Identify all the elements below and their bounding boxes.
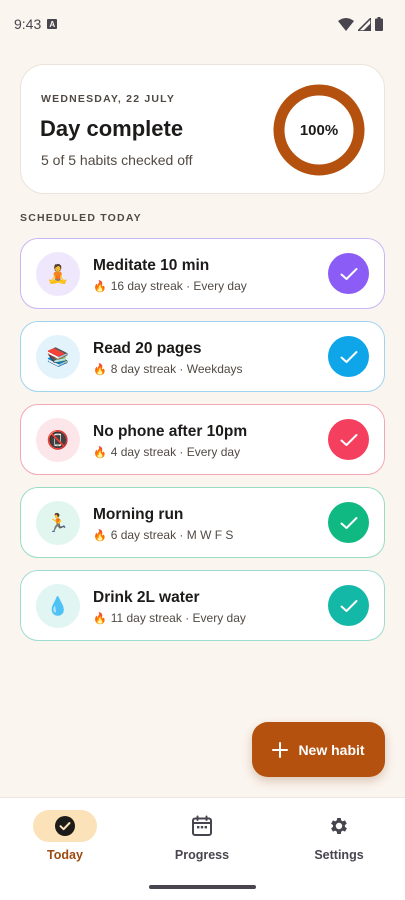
habit-name: Read 20 pages (93, 340, 202, 357)
new-habit-button[interactable]: New habit (252, 722, 385, 777)
wifi-icon (338, 17, 354, 31)
flame-icon: 🔥 (93, 280, 107, 293)
flame-icon: 🔥 (93, 612, 107, 625)
nav-label-settings: Settings (314, 848, 364, 862)
checkmark-icon (340, 433, 357, 446)
checkmark-icon (340, 350, 357, 363)
habit-streak: 🔥 11 day streak · Every day (93, 611, 246, 625)
new-habit-label: New habit (298, 741, 365, 758)
habit-list: 🧘 Meditate 10 min 🔥 16 day streak · Ever… (20, 238, 385, 653)
habit-card[interactable]: 💧 Drink 2L water 🔥 11 day streak · Every… (20, 570, 385, 641)
habit-emoji-icon: 📚 (36, 335, 80, 379)
habit-check-button[interactable] (328, 585, 369, 626)
habit-check-button[interactable] (328, 502, 369, 543)
gear-icon (331, 818, 347, 834)
habit-streak-text: 8 day streak · Weekdays (110, 362, 243, 376)
signal-icon (358, 17, 371, 31)
summary-subtitle: 5 of 5 habits checked off (41, 152, 193, 168)
nav-item-progress[interactable]: Progress (147, 810, 257, 862)
habit-streak: 🔥 8 day streak · Weekdays (93, 362, 243, 376)
habit-app-screen: 9:43 A WEDNESDAY, 22 JULY Day complete 5… (0, 0, 405, 900)
habit-check-button[interactable] (328, 419, 369, 460)
nav-label-today: Today (47, 848, 83, 862)
progress-ring: 100% (273, 84, 365, 176)
calendar-icon (192, 815, 212, 836)
habit-card[interactable]: 🏃 Morning run 🔥 6 day streak · M W F S (20, 487, 385, 558)
habit-name: Drink 2L water (93, 589, 200, 606)
habit-streak-text: 16 day streak · Every day (110, 279, 247, 293)
habit-emoji-icon: 💧 (36, 584, 80, 628)
checkmark-icon (340, 516, 357, 529)
plus-icon (272, 741, 289, 758)
habit-streak-text: 6 day streak · M W F S (110, 528, 234, 542)
habit-streak: 🔥 4 day streak · Every day (93, 445, 240, 459)
habit-card[interactable]: 🧘 Meditate 10 min 🔥 16 day streak · Ever… (20, 238, 385, 309)
habit-emoji-icon: 🧘 (36, 252, 80, 296)
habit-emoji-icon: 📵 (36, 418, 80, 462)
habit-check-button[interactable] (328, 253, 369, 294)
checkmark-icon (340, 599, 357, 612)
flame-icon: 🔥 (93, 363, 107, 376)
nav-label-progress: Progress (174, 848, 230, 862)
nav-item-today[interactable]: Today (10, 810, 120, 862)
home-indicator[interactable] (149, 885, 256, 889)
habit-check-button[interactable] (328, 336, 369, 377)
habit-streak-text: 11 day streak · Every day (110, 611, 246, 625)
flame-icon: 🔥 (93, 446, 107, 459)
habit-emoji-icon: 🏃 (36, 501, 80, 545)
progress-percent: 100% (299, 121, 339, 139)
summary-title: Day complete (40, 116, 184, 141)
day-summary-card: WEDNESDAY, 22 JULY Day complete 5 of 5 h… (20, 64, 385, 194)
status-bar: 9:43 A (0, 0, 405, 48)
habit-streak: 🔥 16 day streak · Every day (93, 279, 247, 293)
section-label-scheduled: SCHEDULED TODAY (20, 212, 142, 224)
habit-card[interactable]: 📚 Read 20 pages 🔥 8 day streak · Weekday… (20, 321, 385, 392)
flame-icon: 🔥 (93, 529, 107, 542)
habit-name: Meditate 10 min (93, 257, 210, 274)
status-time: 9:43 (14, 16, 42, 32)
nav-item-settings[interactable]: Settings (284, 810, 394, 862)
habit-streak-text: 4 day streak · Every day (110, 445, 241, 459)
battery-icon (375, 17, 383, 31)
a-icon: A (47, 19, 58, 29)
checkmark-icon (340, 267, 357, 280)
check-circle-icon (55, 816, 75, 836)
summary-date: WEDNESDAY, 22 JULY (41, 93, 176, 105)
habit-card[interactable]: 📵 No phone after 10pm 🔥 4 day streak · E… (20, 404, 385, 475)
habit-streak: 🔥 6 day streak · M W F S (93, 528, 233, 542)
habit-name: No phone after 10pm (93, 423, 248, 440)
habit-name: Morning run (93, 506, 184, 523)
